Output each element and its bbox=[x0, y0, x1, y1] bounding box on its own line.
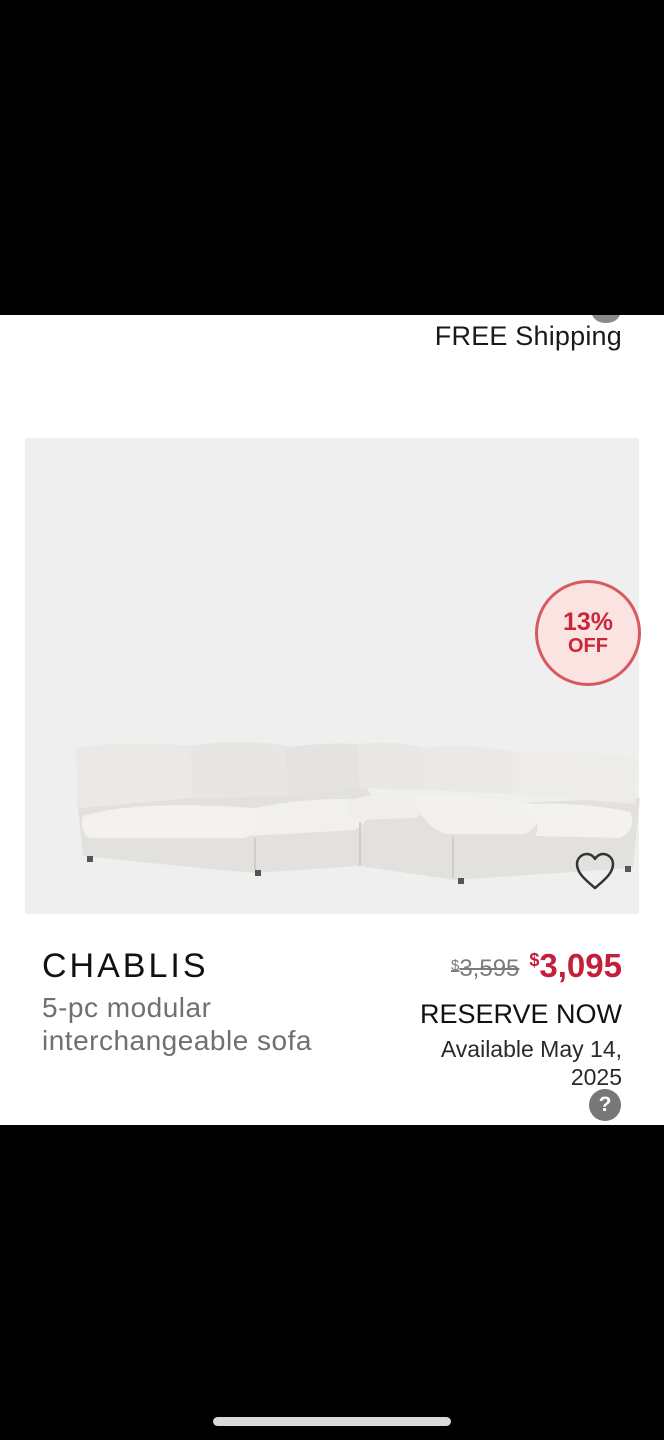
price-row: $3,595 $3,095 bbox=[451, 947, 622, 985]
original-price-value: 3,595 bbox=[459, 955, 520, 982]
bottom-black-area bbox=[0, 1125, 664, 1440]
discount-off-label: OFF bbox=[568, 634, 608, 657]
discount-badge: 13% OFF bbox=[535, 580, 641, 686]
original-price-currency: $ bbox=[450, 957, 460, 974]
question-icon[interactable]: ? bbox=[589, 1089, 621, 1121]
product-description: 5-pc modular interchangeable sofa bbox=[42, 992, 312, 1056]
product-image[interactable]: 13% OFF bbox=[25, 438, 641, 914]
product-title[interactable]: CHABLIS bbox=[42, 947, 209, 986]
sale-price: $3,095 bbox=[529, 947, 622, 985]
original-price: $3,595 bbox=[451, 955, 519, 983]
product-card[interactable]: FREE Shipping 13% OFF CHABLIS 5-pc modul… bbox=[0, 315, 664, 1125]
discount-percent: 13% bbox=[562, 608, 614, 637]
sale-price-currency: $ bbox=[529, 950, 540, 970]
reserve-now-button[interactable]: RESERVE NOW bbox=[420, 999, 622, 1030]
sale-price-value: 3,095 bbox=[539, 947, 622, 984]
screen: FREE Shipping 13% OFF CHABLIS 5-pc modul… bbox=[0, 0, 664, 1440]
top-black-area bbox=[0, 0, 664, 315]
availability-text: Available May 14, 2025 bbox=[440, 1036, 622, 1090]
free-shipping-label: FREE Shipping bbox=[434, 321, 622, 351]
heart-icon[interactable] bbox=[573, 850, 617, 894]
home-indicator[interactable] bbox=[213, 1417, 451, 1426]
sofa-image bbox=[75, 742, 640, 884]
